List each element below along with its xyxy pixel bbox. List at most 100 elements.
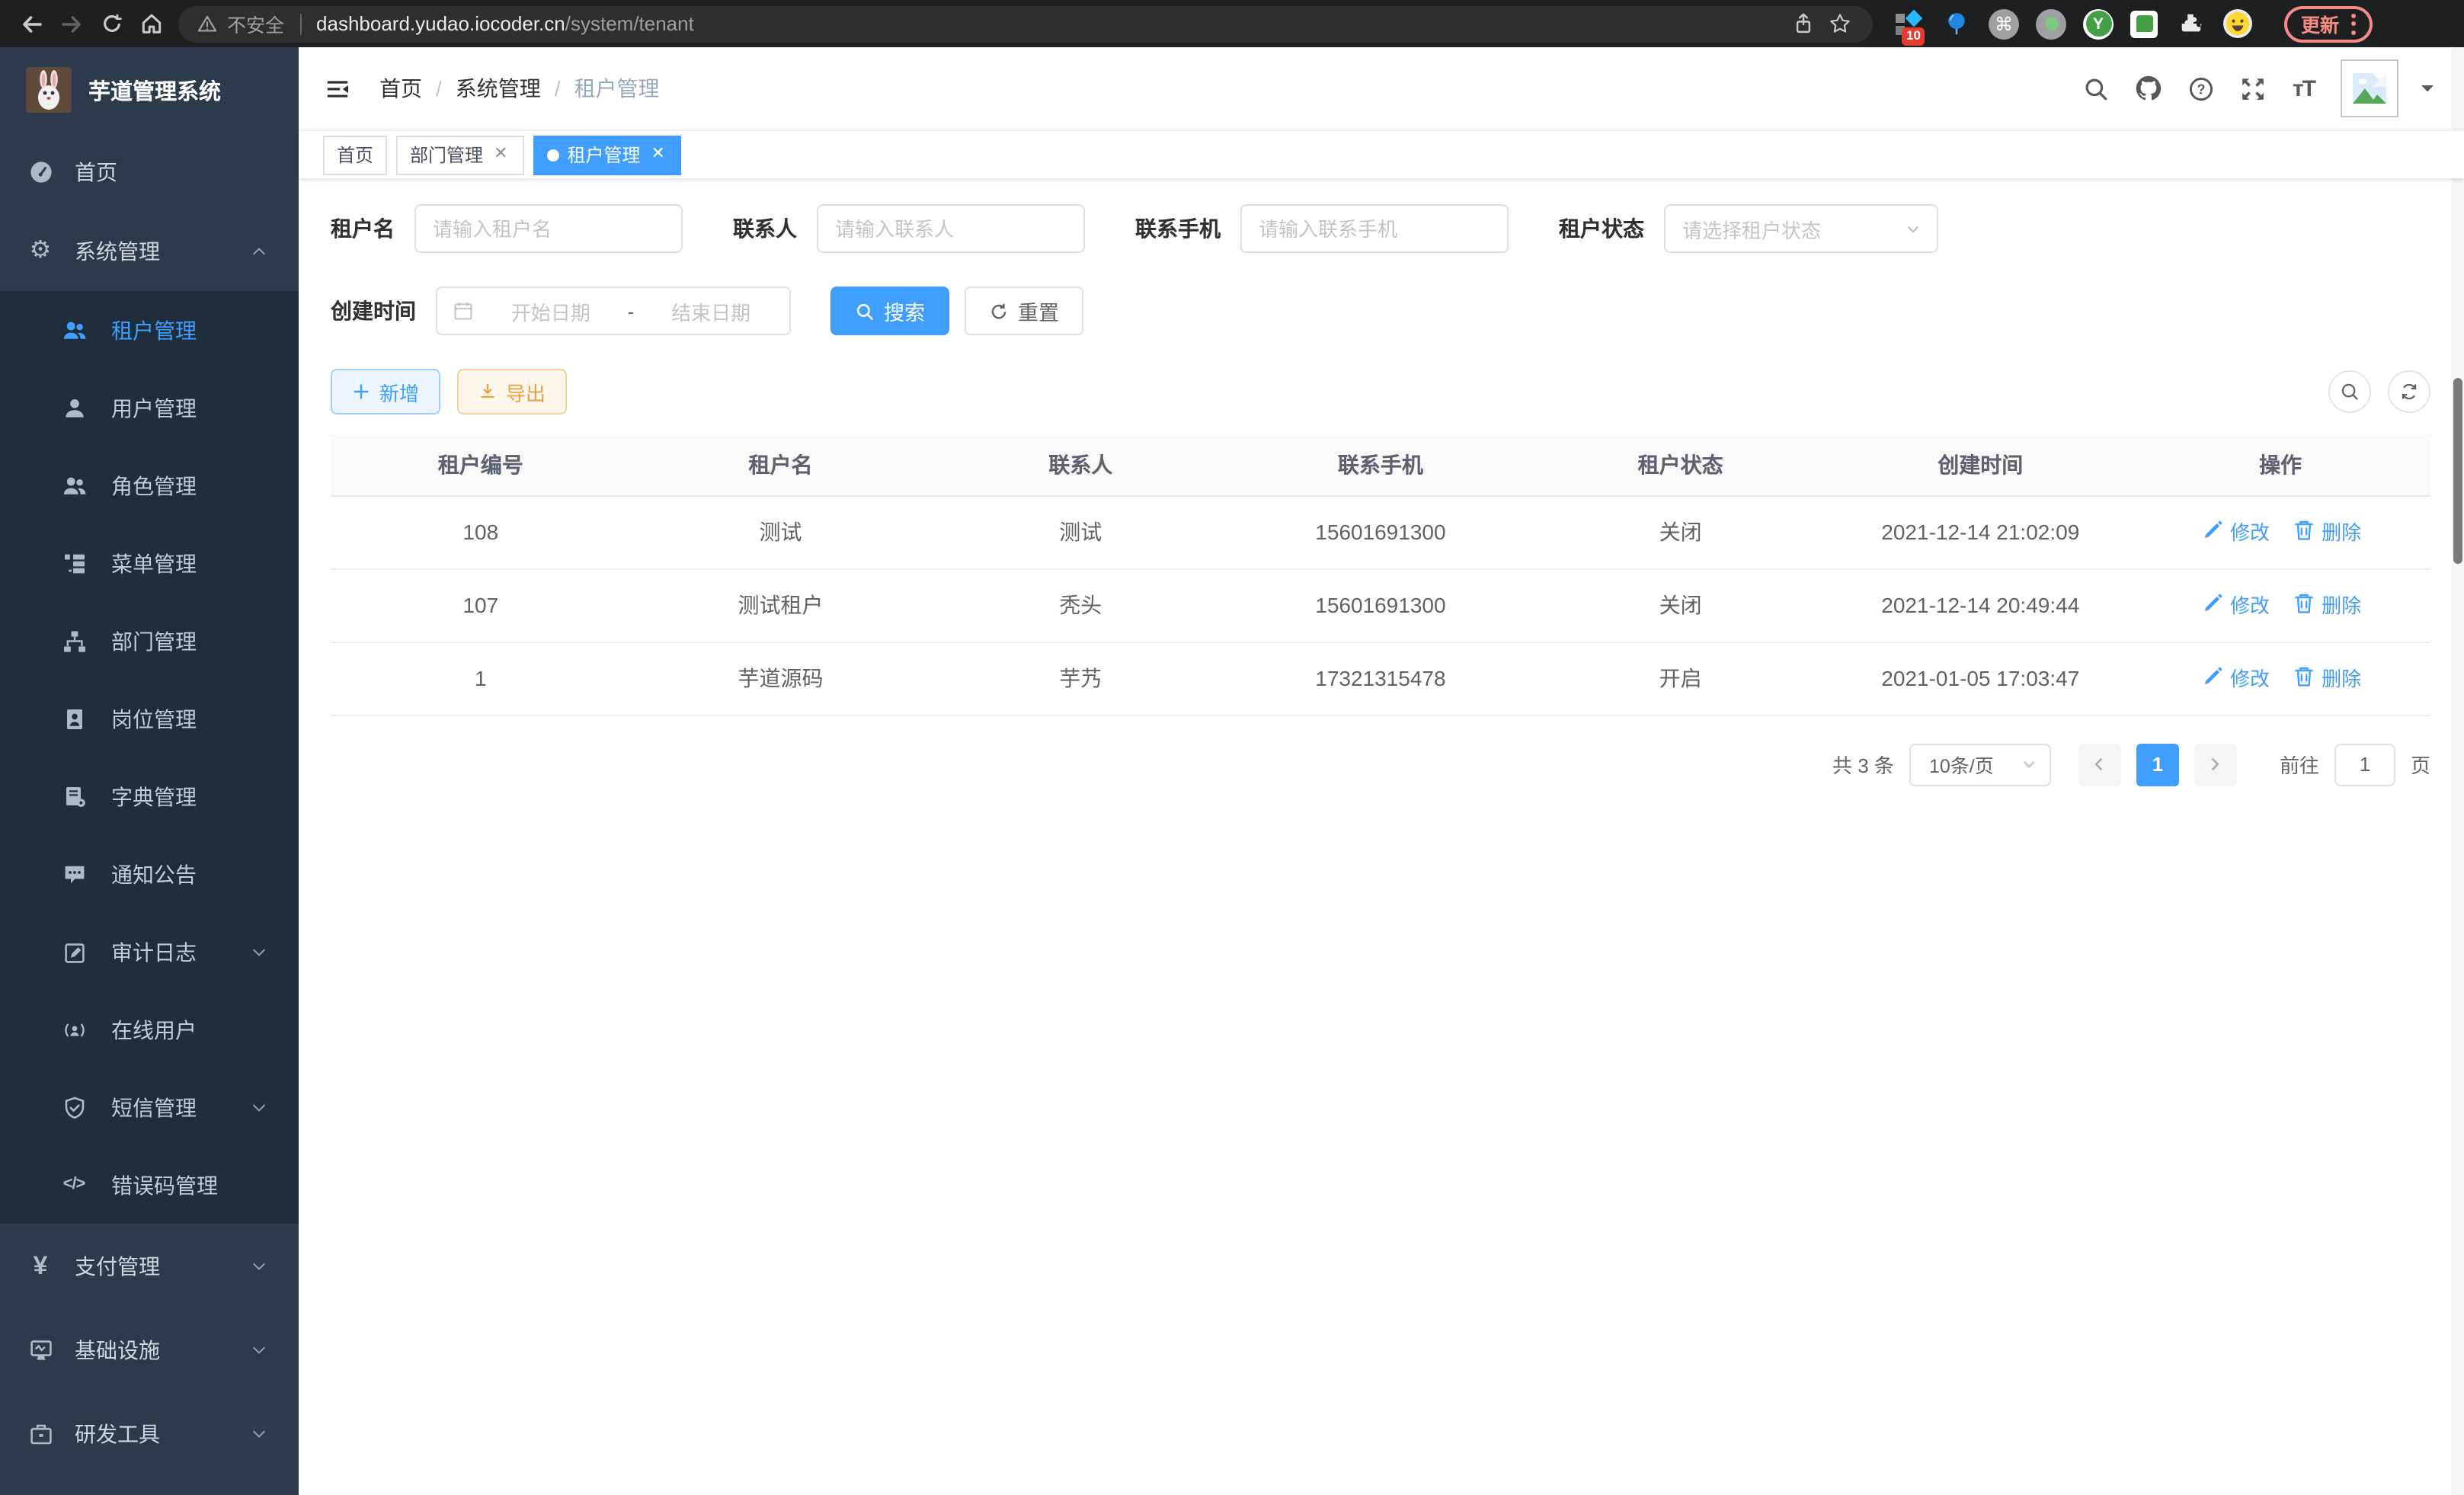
sidebar-item-devtool[interactable]: 研发工具 (0, 1391, 299, 1475)
sidebar-item-notice[interactable]: 通知公告 (0, 835, 299, 913)
export-button[interactable]: 导出 (457, 369, 567, 415)
page-size-select[interactable]: 10条/页 (1909, 743, 2051, 786)
sidebar-item-role[interactable]: 角色管理 (0, 447, 299, 524)
sidebar-item-tenant[interactable]: 租户管理 (0, 291, 299, 369)
breadcrumb-separator: / (555, 76, 561, 101)
tag-部门管理[interactable]: 部门管理✕ (396, 135, 524, 174)
sidebar-item-pay[interactable]: ¥支付管理 (0, 1224, 299, 1308)
delete-link[interactable]: 删除 (2291, 517, 2361, 546)
next-page-button[interactable] (2194, 743, 2237, 786)
sidebar-item-infra[interactable]: 基础设施 (0, 1308, 299, 1391)
filter-row-2: 创建时间 开始日期 - 结束日期 搜索 (331, 287, 2430, 335)
caret-down-icon[interactable] (2418, 79, 2437, 98)
reload-icon[interactable] (91, 4, 131, 43)
search-icon (855, 301, 875, 321)
address-bar[interactable]: 不安全 dashboard.yudao.iocoder.cn/system/te… (178, 5, 1873, 42)
create-time-range-picker[interactable]: 开始日期 - 结束日期 (436, 287, 791, 335)
tenant-name-input[interactable] (414, 204, 683, 253)
mobile-input[interactable] (1240, 204, 1509, 253)
forward-icon[interactable] (52, 4, 91, 43)
sidebar-fold-icon[interactable] (325, 75, 350, 101)
column-header: 租户名 (631, 434, 931, 495)
filter-tenant-name: 租户名 (331, 204, 683, 253)
fullscreen-icon[interactable] (2241, 75, 2267, 101)
chevron-left-icon (2091, 756, 2108, 773)
breadcrumb-item[interactable]: 系统管理 (456, 73, 541, 104)
sidebar-item-system[interactable]: ⚙系统管理 (0, 212, 299, 291)
edit-link[interactable]: 修改 (2200, 590, 2270, 619)
chevron-down-icon (250, 1098, 268, 1116)
home-icon[interactable] (131, 4, 171, 43)
tenant-table: 租户编号租户名联系人联系手机租户状态创建时间操作 108测试测试15601691… (331, 434, 2430, 715)
search-button[interactable]: 搜索 (830, 287, 949, 335)
contact-input[interactable] (817, 204, 1085, 253)
sidebar: 芋道管理系统 首页⚙系统管理租户管理用户管理角色管理菜单管理部门管理岗位管理字典… (0, 47, 299, 1495)
sidebar-item-label: 研发工具 (75, 1418, 160, 1449)
sidebar-item-online[interactable]: 在线用户 (0, 991, 299, 1068)
sidebar-item-errcode[interactable]: </>错误码管理 (0, 1146, 299, 1224)
sidebar-item-audit[interactable]: 审计日志 (0, 913, 299, 991)
browser-menu-icon[interactable] (2351, 13, 2356, 34)
announcement-icon (61, 862, 87, 886)
reset-button[interactable]: 重置 (965, 287, 1083, 335)
browser-update-button[interactable]: 更新 (2284, 5, 2373, 42)
page-number-1[interactable]: 1 (2136, 743, 2179, 786)
add-button[interactable]: 新增 (331, 369, 440, 415)
back-icon[interactable] (12, 4, 52, 43)
font-size-icon[interactable]: ᴛT (2293, 75, 2315, 101)
balloon-extension-icon[interactable] (1941, 8, 1972, 39)
sidebar-item-sms[interactable]: 短信管理 (0, 1068, 299, 1146)
cell-id: 108 (331, 495, 631, 568)
cell-status: 关闭 (1531, 495, 1831, 568)
svg-text:?: ? (2197, 81, 2206, 96)
recorder-extension-icon[interactable] (2036, 8, 2066, 39)
status-select-placeholder: 请选择租户状态 (1682, 214, 1821, 243)
prev-page-button[interactable] (2078, 743, 2121, 786)
tag-label: 租户管理 (568, 142, 641, 168)
refresh-table-icon[interactable] (2388, 370, 2430, 413)
delete-link[interactable]: 删除 (2291, 590, 2361, 619)
table-row: 107测试租户秃头15601691300关闭2021-12-14 20:49:4… (331, 568, 2430, 642)
help-icon[interactable]: ? (2189, 75, 2215, 101)
org-chart-icon (61, 629, 87, 653)
sidebar-item-dept[interactable]: 部门管理 (0, 602, 299, 680)
close-icon[interactable]: ✕ (491, 145, 510, 165)
breadcrumb-item[interactable]: 首页 (379, 73, 422, 104)
sidebar-item-label: 支付管理 (75, 1250, 160, 1281)
tag-租户管理[interactable]: 租户管理 ✕ (534, 135, 682, 174)
site-security-chip[interactable]: 不安全 (197, 9, 284, 38)
date-end-placeholder: 结束日期 (648, 296, 774, 325)
close-icon[interactable]: ✕ (648, 145, 668, 165)
sidebar-item-dict[interactable]: 字典管理 (0, 757, 299, 835)
status-select[interactable]: 请选择租户状态 (1664, 204, 1938, 253)
edit-link[interactable]: 修改 (2200, 663, 2270, 692)
user-icon (61, 395, 87, 420)
delete-link[interactable]: 删除 (2291, 663, 2361, 692)
app-logo-row[interactable]: 芋道管理系统 (0, 47, 299, 133)
command-extension-icon[interactable]: ⌘ (1989, 8, 2019, 39)
github-icon[interactable] (2136, 75, 2163, 102)
profile-emoji-icon[interactable] (2222, 8, 2252, 39)
edit-link[interactable]: 修改 (2200, 517, 2270, 546)
avatar[interactable] (2341, 59, 2398, 117)
search-icon[interactable] (2084, 75, 2110, 101)
extensions-puzzle-icon[interactable] (2174, 8, 2205, 39)
share-icon[interactable] (1784, 5, 1821, 42)
chevron-down-icon (250, 1424, 268, 1442)
chevron-down-icon (250, 943, 268, 961)
sidebar-item-menu[interactable]: 菜单管理 (0, 524, 299, 602)
sidebar-item-post[interactable]: 岗位管理 (0, 680, 299, 757)
sidebar-item-home[interactable]: 首页 (0, 133, 299, 212)
extension-grid-icon[interactable]: 10 (1894, 8, 1925, 39)
bookmark-star-icon[interactable] (1821, 5, 1858, 42)
sidebar-item-label: 通知公告 (111, 859, 197, 889)
y-green-extension-icon[interactable]: Y (2083, 8, 2114, 39)
hangouts-extension-icon[interactable] (2130, 10, 2158, 37)
sidebar-item-user[interactable]: 用户管理 (0, 369, 299, 447)
scrollbar-thumb[interactable] (2453, 378, 2462, 564)
tag-首页[interactable]: 首页 (323, 135, 387, 174)
app-header: 首页/系统管理/租户管理 ? ᴛT (299, 47, 2464, 130)
show-search-toggle-icon[interactable] (2328, 370, 2371, 413)
goto-page-input[interactable] (2334, 743, 2395, 786)
chevron-up-icon (250, 242, 268, 261)
